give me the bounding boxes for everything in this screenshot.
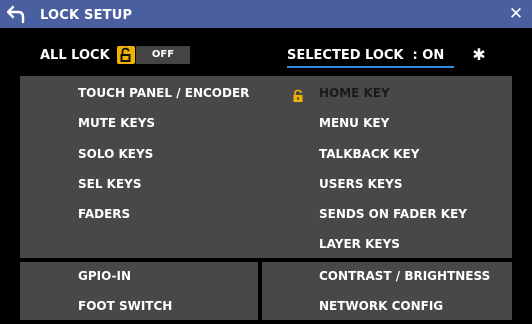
page-title: LOCK SETUP xyxy=(40,8,133,23)
lock-item-talkback-key[interactable]: TALKBACK KEY xyxy=(319,147,419,161)
back-button[interactable] xyxy=(6,3,28,25)
title-bar: LOCK SETUP ✕ xyxy=(0,0,532,28)
close-button[interactable]: ✕ xyxy=(506,3,526,25)
lock-icon xyxy=(291,89,305,103)
lock-item-faders[interactable]: FADERS xyxy=(78,207,130,221)
lock-item-layer-keys[interactable]: LAYER KEYS xyxy=(319,237,400,251)
lock-item-sel-keys[interactable]: SEL KEYS xyxy=(78,177,142,191)
selected-lock-underline xyxy=(287,66,454,68)
gear-icon: ✱ xyxy=(472,45,486,64)
lock-item-sends-on-fader-key[interactable]: SENDS ON FADER KEY xyxy=(319,207,467,221)
lock-item-menu-key[interactable]: MENU KEY xyxy=(319,116,389,130)
selected-lock-button[interactable]: SELECTED LOCK : ON xyxy=(287,48,444,63)
unlock-icon[interactable] xyxy=(117,46,135,64)
lock-item-touch-panel-encoder[interactable]: TOUCH PANEL / ENCODER xyxy=(78,86,249,100)
lock-item-contrast-brightness[interactable]: CONTRAST / BRIGHTNESS xyxy=(319,269,490,283)
lock-items-panel xyxy=(20,76,512,258)
lock-item-foot-switch[interactable]: FOOT SWITCH xyxy=(78,299,172,313)
lock-item-home-key[interactable]: HOME KEY xyxy=(319,86,390,100)
all-lock-label: ALL LOCK xyxy=(40,48,110,63)
settings-button[interactable]: ✱ xyxy=(469,45,489,65)
lock-item-users-keys[interactable]: USERS KEYS xyxy=(319,177,402,191)
close-icon: ✕ xyxy=(508,4,524,24)
back-arrow-icon xyxy=(6,5,28,29)
control-row: ALL LOCK OFF SELECTED LOCK : ON ✱ xyxy=(0,28,532,76)
lock-item-network-config[interactable]: NETWORK CONFIG xyxy=(319,299,443,313)
all-lock-toggle[interactable]: OFF xyxy=(136,46,190,64)
lock-item-solo-keys[interactable]: SOLO KEYS xyxy=(78,147,153,161)
lock-item-mute-keys[interactable]: MUTE KEYS xyxy=(78,116,155,130)
lock-item-gpio-in[interactable]: GPIO-IN xyxy=(78,269,131,283)
